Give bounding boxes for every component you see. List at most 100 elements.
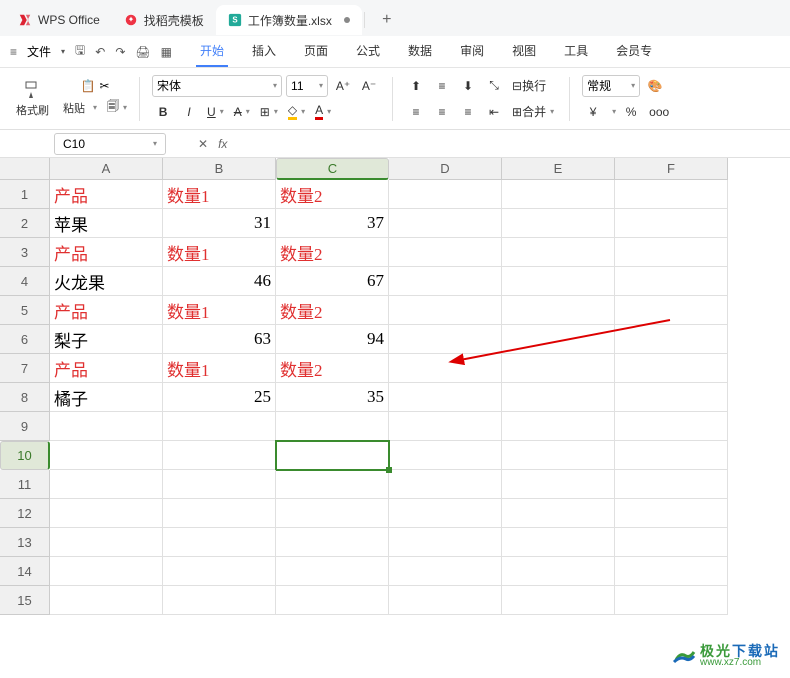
cell[interactable] bbox=[389, 586, 502, 615]
row-header[interactable]: 11 bbox=[0, 470, 50, 499]
cell[interactable] bbox=[276, 470, 389, 499]
select-all-corner[interactable] bbox=[0, 158, 50, 180]
file-menu[interactable]: 文件 bbox=[27, 43, 51, 60]
cell[interactable]: 产品 bbox=[50, 354, 163, 383]
cell[interactable] bbox=[389, 354, 502, 383]
cell[interactable] bbox=[389, 412, 502, 441]
percent-button[interactable]: % bbox=[620, 101, 642, 123]
cell[interactable] bbox=[502, 383, 615, 412]
merge-button[interactable]: ⊞合并▾ bbox=[509, 101, 557, 123]
cancel-icon[interactable]: ✕ bbox=[198, 137, 208, 151]
cell[interactable]: 数量2 bbox=[276, 296, 389, 325]
number-format-select[interactable]: 常规▾ bbox=[582, 75, 640, 97]
row-header[interactable]: 14 bbox=[0, 557, 50, 586]
cell[interactable]: 63 bbox=[163, 325, 276, 354]
border-button[interactable]: ⊞▾ bbox=[257, 101, 281, 123]
name-box[interactable]: C10 ▾ bbox=[54, 133, 166, 155]
bold-button[interactable]: B bbox=[152, 101, 174, 123]
cell[interactable] bbox=[502, 209, 615, 238]
cell[interactable]: 数量2 bbox=[276, 180, 389, 209]
menu-start[interactable]: 开始 bbox=[196, 36, 228, 67]
cell[interactable] bbox=[389, 296, 502, 325]
cell[interactable] bbox=[389, 557, 502, 586]
tab-wps-office[interactable]: WPS Office bbox=[6, 5, 112, 35]
cell[interactable]: 25 bbox=[163, 383, 276, 412]
decrease-font-button[interactable]: A⁻ bbox=[358, 75, 380, 97]
cell[interactable] bbox=[389, 325, 502, 354]
increase-font-button[interactable]: A⁺ bbox=[332, 75, 354, 97]
cell[interactable] bbox=[502, 441, 615, 470]
cell[interactable] bbox=[389, 209, 502, 238]
cell[interactable]: 梨子 bbox=[50, 325, 163, 354]
cell[interactable] bbox=[50, 557, 163, 586]
cell[interactable] bbox=[615, 470, 728, 499]
cell[interactable] bbox=[389, 470, 502, 499]
cell[interactable] bbox=[502, 586, 615, 615]
cell[interactable] bbox=[50, 499, 163, 528]
cell[interactable] bbox=[389, 499, 502, 528]
strikethrough-button[interactable]: A▾ bbox=[231, 101, 253, 123]
cell[interactable] bbox=[502, 499, 615, 528]
row-header[interactable]: 7 bbox=[0, 354, 50, 383]
align-top-button[interactable]: ⬆ bbox=[405, 75, 427, 97]
cell[interactable]: 产品 bbox=[50, 180, 163, 209]
cell[interactable] bbox=[389, 528, 502, 557]
cell[interactable] bbox=[276, 528, 389, 557]
cell[interactable] bbox=[389, 238, 502, 267]
font-size-select[interactable]: 11▾ bbox=[286, 75, 328, 97]
cell[interactable] bbox=[276, 557, 389, 586]
column-header[interactable]: E bbox=[502, 158, 615, 180]
cell[interactable] bbox=[276, 499, 389, 528]
cell[interactable] bbox=[276, 586, 389, 615]
align-left-button[interactable]: ≡ bbox=[405, 101, 427, 123]
cell[interactable]: 橘子 bbox=[50, 383, 163, 412]
redo-icon[interactable]: ↷ bbox=[115, 45, 125, 59]
align-middle-button[interactable]: ≡ bbox=[431, 75, 453, 97]
styles-button[interactable]: 🎨 bbox=[644, 75, 666, 97]
selection-handle[interactable] bbox=[386, 467, 392, 473]
currency-button[interactable]: ¥ bbox=[582, 101, 604, 123]
cell[interactable] bbox=[163, 441, 276, 470]
cell[interactable] bbox=[276, 412, 389, 441]
font-name-select[interactable]: 宋体▾ bbox=[152, 75, 282, 97]
cell[interactable] bbox=[615, 586, 728, 615]
cell[interactable]: 94 bbox=[276, 325, 389, 354]
cell[interactable] bbox=[163, 586, 276, 615]
cell[interactable] bbox=[615, 325, 728, 354]
row-header[interactable]: 12 bbox=[0, 499, 50, 528]
cell[interactable] bbox=[502, 412, 615, 441]
row-header[interactable]: 6 bbox=[0, 325, 50, 354]
orientation-button[interactable]: ⤡ bbox=[483, 75, 505, 97]
cell[interactable]: 数量1 bbox=[163, 180, 276, 209]
cell[interactable] bbox=[50, 528, 163, 557]
cell[interactable] bbox=[615, 180, 728, 209]
menu-icon[interactable]: ≡ bbox=[10, 45, 17, 59]
indent-left-button[interactable]: ⇤ bbox=[483, 101, 505, 123]
clipboard-icon[interactable]: 🗐▾ bbox=[107, 97, 127, 118]
cell[interactable] bbox=[502, 470, 615, 499]
column-header[interactable]: F bbox=[615, 158, 728, 180]
cell[interactable]: 数量1 bbox=[163, 296, 276, 325]
align-right-button[interactable]: ≡ bbox=[457, 101, 479, 123]
cell[interactable] bbox=[502, 557, 615, 586]
align-bottom-button[interactable]: ⬇ bbox=[457, 75, 479, 97]
row-header[interactable]: 10 bbox=[0, 441, 50, 470]
menu-member[interactable]: 会员专 bbox=[612, 36, 656, 67]
cell[interactable]: 37 bbox=[276, 209, 389, 238]
wrap-button[interactable]: ⊟换行 bbox=[509, 75, 549, 97]
cell[interactable] bbox=[502, 325, 615, 354]
underline-button[interactable]: U▾ bbox=[204, 101, 227, 123]
menu-view[interactable]: 视图 bbox=[508, 36, 540, 67]
cell[interactable] bbox=[615, 209, 728, 238]
comma-button[interactable]: ooo bbox=[646, 101, 672, 123]
cell[interactable] bbox=[615, 499, 728, 528]
undo-icon[interactable]: ↶ bbox=[95, 45, 105, 59]
cell[interactable]: 67 bbox=[276, 267, 389, 296]
cell[interactable]: 35 bbox=[276, 383, 389, 412]
font-color-button[interactable]: A▾ bbox=[312, 101, 334, 123]
cell[interactable] bbox=[389, 383, 502, 412]
cell[interactable]: 数量1 bbox=[163, 354, 276, 383]
menu-formula[interactable]: 公式 bbox=[352, 36, 384, 67]
cell[interactable]: 46 bbox=[163, 267, 276, 296]
chevron-down-icon[interactable]: ▾ bbox=[61, 47, 65, 56]
